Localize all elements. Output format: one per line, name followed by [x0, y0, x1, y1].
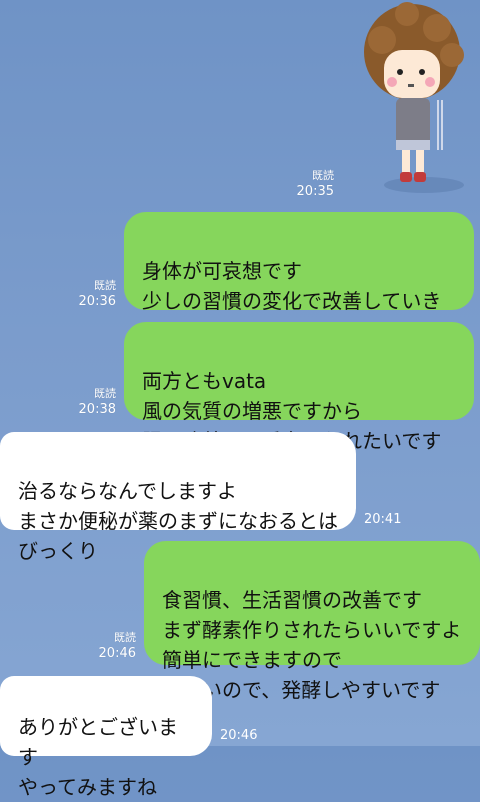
timestamp: 20:46 — [220, 728, 258, 743]
message-meta: 既読 20:46 — [96, 630, 136, 662]
message-bubble-sent[interactable]: 食習慣、生活習慣の改善です まず酵素作りされたらいいですよ 簡単にできますので … — [144, 541, 480, 702]
message-meta: 既読 20:35 — [294, 168, 334, 200]
message-meta: 既読 20:36 — [78, 278, 116, 310]
timestamp: 20:35 — [296, 184, 334, 199]
timestamp: 20:41 — [364, 512, 402, 527]
message-bubble-received[interactable]: 治るならなんでしますよ まさか便秘が薬のまずになおるとは びっくり — [0, 432, 356, 563]
timestamp: 20:46 — [98, 646, 136, 661]
chat-area[interactable]: 既読 20:35 既読 20:36 身体が可哀想です 少しの習慣の変化で改善して… — [0, 0, 480, 799]
timestamp: 20:38 — [78, 402, 116, 417]
read-status: 既読 — [312, 169, 334, 182]
message-text: ありがとございます やってみますね — [18, 715, 178, 799]
message-bubble-received[interactable]: ありがとございます やってみますね — [0, 676, 212, 799]
read-status: 既読 — [114, 631, 136, 644]
message-meta: 既読 20:38 — [78, 386, 116, 418]
read-status: 既読 — [94, 387, 116, 400]
message-bubble-sent[interactable]: 身体が可哀想です 少しの習慣の変化で改善していきま す❣️ — [124, 212, 474, 373]
timestamp: 20:36 — [78, 294, 116, 309]
girl-sticker[interactable] — [362, 0, 480, 200]
read-status: 既読 — [94, 279, 116, 292]
message-bubble-sent[interactable]: 両方ともvata 風の気質の増悪ですから 腸の改善に一番力を入れたいですね — [124, 322, 474, 483]
